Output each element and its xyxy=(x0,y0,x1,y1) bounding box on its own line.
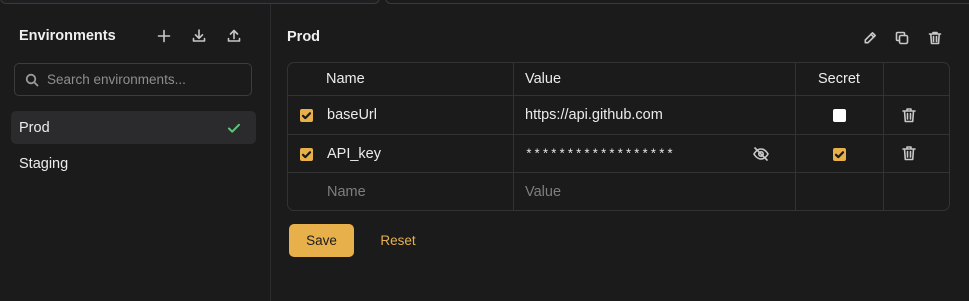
header-value: Value xyxy=(525,71,562,87)
add-environment-button[interactable] xyxy=(154,26,174,46)
delete-row-button[interactable] xyxy=(900,144,918,162)
download-icon xyxy=(192,29,206,42)
copy-icon xyxy=(895,31,909,45)
new-variable-row: Name Value xyxy=(288,173,949,210)
upload-icon xyxy=(227,29,241,42)
delete-environment-button[interactable] xyxy=(925,28,945,48)
search-input[interactable] xyxy=(47,72,237,87)
search-box[interactable] xyxy=(14,63,252,96)
secret-checkbox[interactable] xyxy=(833,109,846,122)
environment-label: Prod xyxy=(19,119,50,136)
environment-title: Prod xyxy=(287,29,321,45)
new-name-input[interactable]: Name xyxy=(327,184,366,200)
header-name: Name xyxy=(326,71,365,87)
delete-row-button[interactable] xyxy=(900,106,918,124)
duplicate-environment-button[interactable] xyxy=(892,28,912,48)
trash-icon xyxy=(902,146,916,161)
plus-icon xyxy=(157,29,171,43)
table-row: API_key ****************** xyxy=(288,135,949,173)
header-secret: Secret xyxy=(818,71,860,87)
environment-label: Staging xyxy=(19,155,69,172)
environment-item-staging[interactable]: Staging xyxy=(11,147,256,180)
environments-sidebar: Environments Prod Staging xyxy=(0,4,271,301)
trash-icon xyxy=(902,108,916,123)
trash-icon xyxy=(928,31,942,45)
variable-name[interactable]: API_key xyxy=(327,146,381,162)
edit-environment-button[interactable] xyxy=(860,28,880,48)
top-tab-right xyxy=(385,0,969,4)
check-icon xyxy=(226,120,242,136)
eye-off-icon[interactable] xyxy=(752,145,770,163)
edit-icon xyxy=(864,31,876,44)
table-row: baseUrl https://api.github.com xyxy=(288,96,949,135)
variable-name[interactable]: baseUrl xyxy=(327,107,377,123)
sidebar-title: Environments xyxy=(19,28,116,44)
import-environment-button[interactable] xyxy=(189,26,209,46)
save-button[interactable]: Save xyxy=(289,224,354,257)
secret-checkbox[interactable] xyxy=(833,148,846,161)
environment-item-prod[interactable]: Prod xyxy=(11,111,256,144)
row-enabled-checkbox[interactable] xyxy=(300,109,313,122)
variable-value-masked[interactable]: ****************** xyxy=(525,147,674,162)
new-value-input[interactable]: Value xyxy=(525,184,561,200)
variables-table: Name Value Secret baseUrl https://api.gi… xyxy=(287,62,950,211)
export-environment-button[interactable] xyxy=(224,26,244,46)
row-enabled-checkbox[interactable] xyxy=(300,148,313,161)
reset-button[interactable]: Reset xyxy=(372,224,424,257)
search-icon xyxy=(25,73,39,86)
variable-value[interactable]: https://api.github.com xyxy=(525,107,663,123)
table-header: Name Value Secret xyxy=(288,63,949,96)
